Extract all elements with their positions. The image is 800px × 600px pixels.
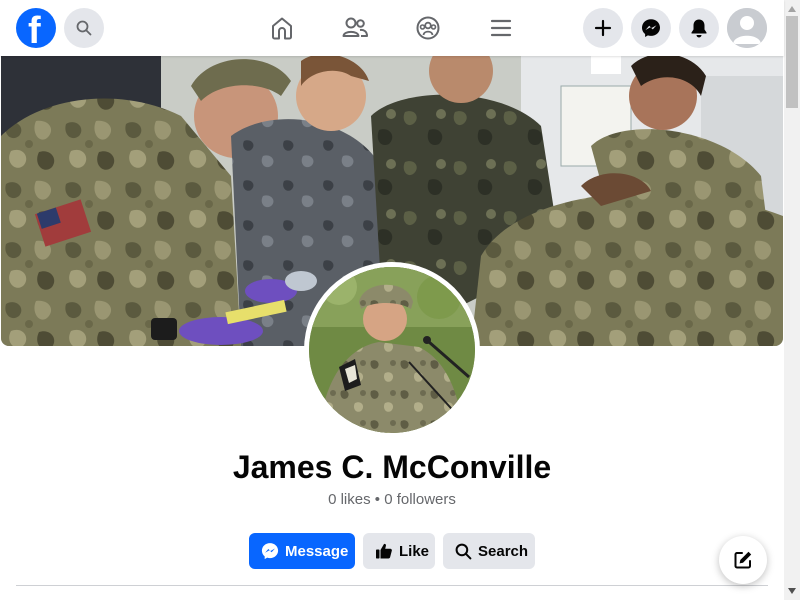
scrollbar-thumb[interactable]	[786, 16, 798, 108]
bell-icon	[691, 19, 707, 38]
groups-icon	[416, 16, 440, 40]
nav-groups[interactable]	[412, 12, 444, 44]
home-icon	[272, 17, 292, 40]
messenger-button[interactable]	[631, 8, 671, 48]
scroll-up-arrow[interactable]	[786, 2, 798, 16]
search-page-button[interactable]: Search	[443, 533, 535, 569]
message-button[interactable]: Message	[249, 533, 355, 569]
menu-icon	[490, 19, 512, 37]
new-message-button[interactable]	[719, 536, 767, 584]
likes-followers-count: 0 likes • 0 followers	[328, 491, 456, 508]
avatar-placeholder-icon	[727, 8, 767, 48]
profile-picture[interactable]	[304, 262, 480, 438]
search-button-label: Search	[478, 542, 529, 560]
scroll-down-arrow[interactable]	[786, 584, 798, 598]
messenger-icon	[261, 542, 279, 560]
like-button[interactable]: Like	[363, 533, 435, 569]
search-icon	[76, 20, 92, 36]
like-button-label: Like	[399, 542, 430, 560]
search-icon	[455, 543, 472, 560]
nav-menu[interactable]	[485, 12, 517, 44]
nav-home[interactable]	[266, 12, 298, 44]
search-button[interactable]	[64, 8, 104, 48]
friends-icon	[342, 17, 368, 37]
account-avatar[interactable]	[727, 8, 767, 48]
messenger-icon	[642, 19, 660, 37]
nav-friends[interactable]	[339, 12, 371, 44]
create-button[interactable]	[583, 8, 623, 48]
facebook-logo[interactable]: f	[16, 8, 56, 48]
compose-icon	[734, 551, 752, 569]
plus-icon	[594, 19, 612, 37]
arrow-up-icon	[788, 6, 796, 12]
page-title: James C. McConville	[232, 449, 552, 485]
thumbs-up-icon	[375, 542, 393, 560]
top-navigation-bar: f	[0, 0, 784, 56]
arrow-down-icon	[788, 588, 796, 594]
profile-picture-image	[309, 267, 475, 433]
profile-picture-frame	[309, 267, 475, 433]
message-button-label: Message	[285, 542, 349, 560]
notifications-button[interactable]	[679, 8, 719, 48]
logo-letter: f	[28, 10, 41, 48]
section-divider	[16, 585, 768, 586]
